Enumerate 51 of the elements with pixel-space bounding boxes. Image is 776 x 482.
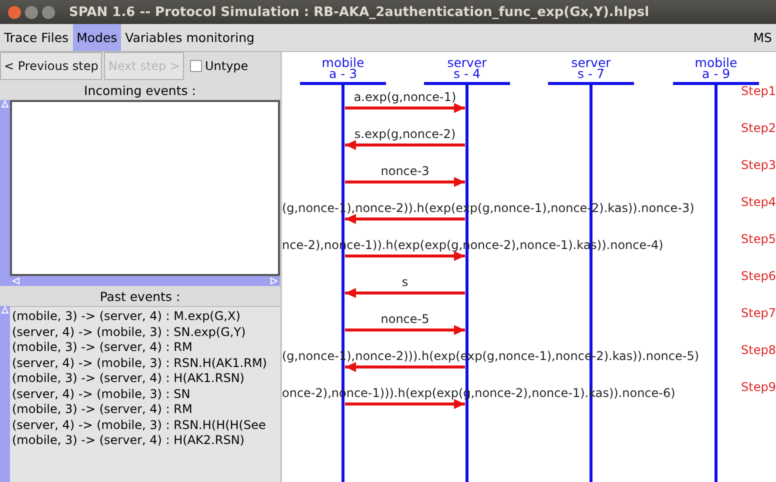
right-arrow-icon[interactable] <box>270 277 278 285</box>
step-label: Step7 <box>741 306 776 320</box>
lifeline-id: s - 4 <box>454 68 480 79</box>
step-label: Step5 <box>741 232 776 246</box>
step-label: Step9 <box>741 380 776 394</box>
event-item[interactable]: (server, 4) -> (mobile, 3) : SN.exp(G,Y) <box>12 324 278 340</box>
vertical-scrollbar[interactable] <box>0 306 10 482</box>
message-label: a.exp(g,nonce-1) <box>354 90 456 104</box>
event-item[interactable]: (mobile, 3) -> (server, 4) : RM <box>12 402 278 418</box>
lifeline-name: mobile <box>320 57 366 68</box>
window-title: SPAN 1.6 -- Protocol Simulation : RB-AKA_2authentication_func_exp(Gx,Y).hlpsl <box>69 4 650 20</box>
maximize-icon[interactable] <box>42 6 55 18</box>
lifeline-id: a - 9 <box>702 68 730 79</box>
horizontal-scrollbar[interactable] <box>0 276 280 286</box>
section-title: Past events : <box>98 288 182 306</box>
step-label: Step1 <box>741 84 776 98</box>
section-title: Incoming events : <box>83 82 197 100</box>
event-item[interactable]: (server, 4) -> (mobile, 3) : SN <box>12 386 278 402</box>
lifeline-id: a - 3 <box>328 68 358 79</box>
close-icon[interactable] <box>8 6 21 18</box>
event-item[interactable]: (mobile, 3) -> (server, 4) : M.exp(G,X) <box>12 309 278 324</box>
left-arrow-icon[interactable] <box>12 277 20 285</box>
message-label: s.exp(g,nonce-2) <box>354 127 456 141</box>
step-label: Step2 <box>741 121 776 135</box>
lifeline-name: server <box>570 57 612 68</box>
message-label: s <box>402 275 408 289</box>
event-item[interactable]: (mobile, 3) -> (server, 4) : H(AK1.RSN) <box>12 371 278 386</box>
menu-item[interactable]: Trace Files <box>0 24 73 51</box>
event-item[interactable]: (mobile, 3) -> (server, 4) : H(AK2.RSN) <box>12 433 278 448</box>
step-label: Step6 <box>741 269 776 283</box>
menu-item[interactable]: MS <box>749 24 776 51</box>
untype-checkbox[interactable] <box>190 60 202 72</box>
event-item[interactable]: (server, 4) -> (mobile, 3) : RSN.H(H(H(See <box>12 418 278 433</box>
previous-step-button[interactable]: < Previous step <box>0 52 102 80</box>
menu-item[interactable]: Variables monitoring <box>121 24 258 51</box>
lifeline-name: server <box>446 57 488 68</box>
event-item[interactable]: (mobile, 3) -> (server, 4) : RM <box>12 340 278 356</box>
lifeline-name: mobile <box>694 57 738 68</box>
step-label: Step4 <box>741 195 776 209</box>
step-label: Step3 <box>741 158 776 172</box>
up-arrow-icon[interactable] <box>1 100 9 108</box>
message-label: nonce-5 <box>380 312 430 326</box>
lifeline-id: s - 7 <box>578 68 604 79</box>
up-arrow-icon[interactable] <box>1 306 9 314</box>
step-label: Step8 <box>741 343 776 357</box>
minimize-icon[interactable] <box>25 6 38 18</box>
checkbox-label: Untype <box>204 59 248 73</box>
message-label: nonce-3 <box>380 164 430 178</box>
menu-item[interactable]: Modes <box>72 24 122 51</box>
vertical-scrollbar[interactable] <box>0 100 10 276</box>
event-item[interactable]: (server, 4) -> (mobile, 3) : RSN.H(AK1.RM) <box>12 356 278 371</box>
